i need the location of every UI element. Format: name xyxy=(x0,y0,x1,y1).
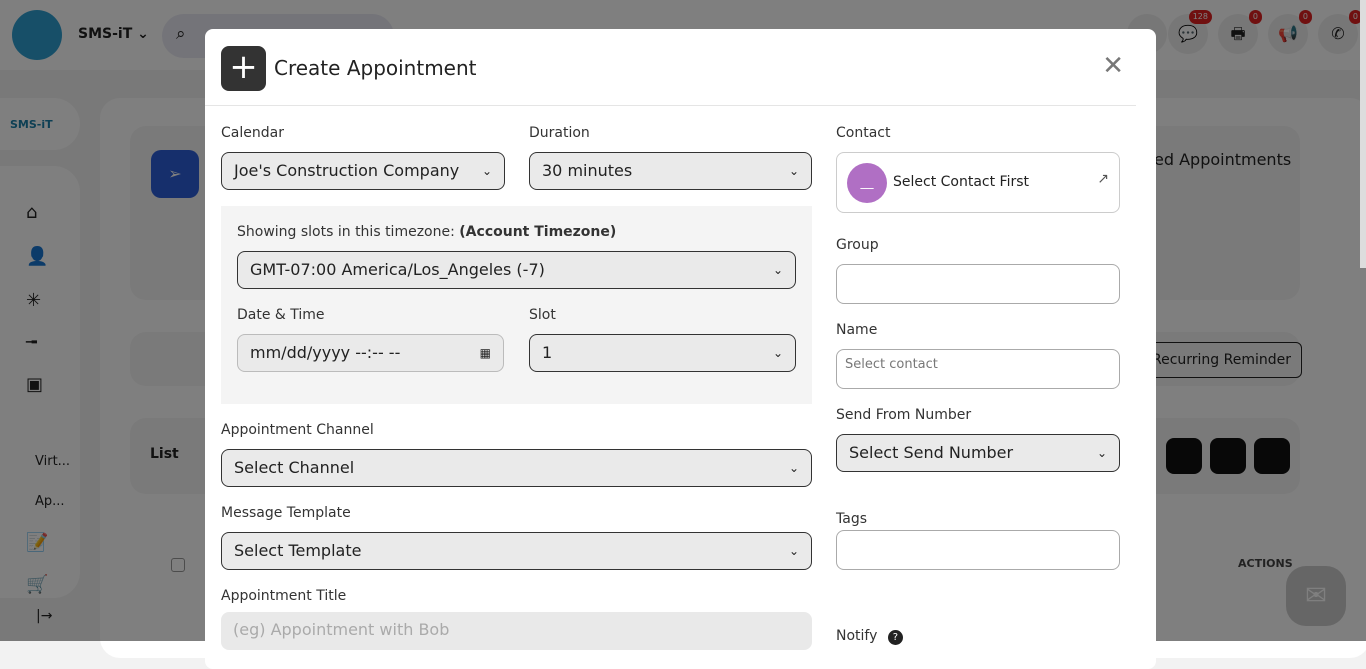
send-number-select[interactable]: Select Send Number ⌄ xyxy=(836,434,1120,472)
duration-label: Duration xyxy=(529,125,590,141)
tags-input[interactable] xyxy=(836,530,1120,570)
timezone-panel: Showing slots in this timezone: (Account… xyxy=(221,206,812,404)
contact-picker[interactable]: __ Select Contact First ↗ xyxy=(836,152,1120,213)
appointment-title-input[interactable]: (eg) Appointment with Bob xyxy=(221,612,812,650)
template-label: Message Template xyxy=(221,505,351,521)
chevron-down-icon: ⌄ xyxy=(788,164,799,178)
chevron-down-icon: ⌄ xyxy=(772,263,783,277)
help-icon[interactable]: ? xyxy=(887,630,903,645)
header-divider xyxy=(205,105,1136,106)
timezone-emphasis: (Account Timezone) xyxy=(459,224,617,240)
datetime-placeholder: mm/dd/yyyy --:-- -- xyxy=(250,343,401,362)
group-input[interactable] xyxy=(836,264,1120,304)
notify-text: Notify xyxy=(836,628,878,644)
duration-select[interactable]: 30 minutes ⌄ xyxy=(529,152,812,190)
template-select[interactable]: Select Template ⌄ xyxy=(221,532,812,570)
close-icon[interactable]: ✕ xyxy=(1102,53,1124,79)
timezone-select[interactable]: GMT-07:00 America/Los_Angeles (-7) ⌄ xyxy=(237,251,796,289)
duration-value: 30 minutes xyxy=(542,161,633,180)
slot-value: 1 xyxy=(542,343,553,362)
chevron-down-icon: ⌄ xyxy=(481,164,492,178)
datetime-input[interactable]: mm/dd/yyyy --:-- -- ▦ xyxy=(237,334,504,372)
chevron-down-icon: ⌄ xyxy=(788,544,799,558)
tags-label: Tags xyxy=(836,511,867,527)
page-scrollbar[interactable] xyxy=(1360,0,1366,268)
calendar-label: Calendar xyxy=(221,125,284,141)
contact-avatar: __ xyxy=(847,163,887,203)
channel-value: Select Channel xyxy=(234,458,355,477)
timezone-value: GMT-07:00 America/Los_Angeles (-7) xyxy=(250,260,545,279)
create-appointment-modal: + Create Appointment ✕ Calendar Joe's Co… xyxy=(205,29,1156,669)
external-link-icon[interactable]: ↗ xyxy=(1097,171,1109,187)
slot-label: Slot xyxy=(529,307,556,323)
title-label: Appointment Title xyxy=(221,588,347,604)
chevron-down-icon: ⌄ xyxy=(772,346,783,360)
name-input[interactable]: Select contact xyxy=(836,349,1120,389)
plus-icon: + xyxy=(221,45,266,91)
slot-select[interactable]: 1 ⌄ xyxy=(529,334,796,372)
send-from-label: Send From Number xyxy=(836,407,972,423)
chevron-down-icon: ⌄ xyxy=(1096,446,1107,460)
timezone-label: Showing slots in this timezone: (Account… xyxy=(237,224,616,240)
calendar-select[interactable]: Joe's Construction Company ⌄ xyxy=(221,152,505,190)
modal-title: Create Appointment xyxy=(274,56,477,80)
datetime-label: Date & Time xyxy=(237,307,325,323)
chevron-down-icon: ⌄ xyxy=(788,461,799,475)
calendar-value: Joe's Construction Company xyxy=(234,161,460,180)
timezone-prefix: Showing slots in this timezone: xyxy=(237,224,455,240)
contact-value: Select Contact First xyxy=(893,174,1030,190)
notify-label: Notify ? xyxy=(836,628,903,645)
calendar-icon: ▦ xyxy=(479,346,491,360)
name-label: Name xyxy=(836,322,878,338)
send-number-value: Select Send Number xyxy=(849,443,1014,462)
channel-select[interactable]: Select Channel ⌄ xyxy=(221,449,812,487)
contact-label: Contact xyxy=(836,125,891,141)
title-placeholder: (eg) Appointment with Bob xyxy=(233,620,450,639)
channel-label: Appointment Channel xyxy=(221,422,374,438)
template-value: Select Template xyxy=(234,541,362,560)
group-label: Group xyxy=(836,237,879,253)
